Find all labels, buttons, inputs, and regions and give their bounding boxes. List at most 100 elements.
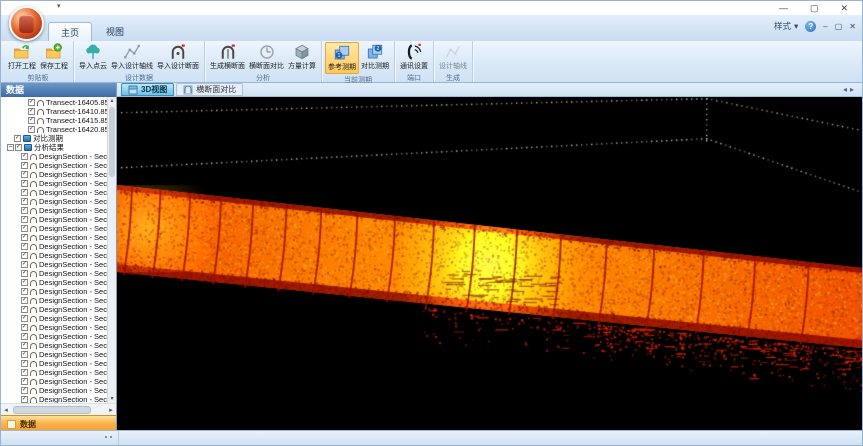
tree-checkbox[interactable]: ✓ [21,369,28,376]
window-restore-button[interactable]: ▢ [835,22,843,31]
tree-checkbox[interactable]: ✓ [21,243,28,250]
compare-epoch-button[interactable]: 2对比测期 [359,42,391,72]
outer-close-button[interactable]: ✕ [840,1,848,15]
tree-checkbox[interactable]: ✓ [28,126,35,133]
tree-checkbox[interactable]: ✓ [21,180,28,187]
tree-checkbox[interactable]: ✓ [21,153,28,160]
tree-row[interactable]: −✓分析结果 [1,143,107,152]
scroll-left-icon[interactable]: ◂ [1,406,11,414]
help-icon[interactable]: ? [805,21,816,32]
tree-row[interactable]: ✓DesignSection - Sect [1,215,107,224]
tree-checkbox[interactable]: ✓ [28,108,35,115]
tab-scroll-left-icon[interactable]: ◂ [843,85,850,94]
design-axis-button[interactable]: 设计轴线 [437,42,469,72]
tree-row[interactable]: ✓DesignSection - Sect [1,224,107,233]
generate-cross-section-button[interactable]: 生成横断面 [208,42,247,72]
import-point-cloud-button[interactable]: 导入点云 [77,42,109,72]
tree-row[interactable]: ✓DesignSection - Sect [1,395,107,403]
scrollbar-track[interactable] [108,105,116,395]
tree-row[interactable]: ✓DesignSection - Sect [1,206,107,215]
tree-row[interactable]: ✓DesignSection - Sect [1,251,107,260]
tree-row[interactable]: ✓DesignSection - Sect [1,350,107,359]
tree-row[interactable]: ✓DesignSection - Sect [1,233,107,242]
import-design-axis-button[interactable]: 导入设计轴线 [109,42,155,72]
tree-row[interactable]: ✓DesignSection - Sect [1,287,107,296]
tree-row[interactable]: ✓DesignSection - Sect [1,260,107,269]
tree-checkbox[interactable]: ✓ [21,288,28,295]
tree-row[interactable]: ✓Transect-16415.85 [1,116,107,125]
scrollbar-thumb[interactable] [13,406,91,414]
tree-checkbox[interactable]: ✓ [21,207,28,214]
tree-row[interactable]: ✓DesignSection - Sect [1,269,107,278]
tree-checkbox[interactable]: ✓ [21,324,28,331]
tree-checkbox[interactable]: ✓ [21,333,28,340]
tree-row[interactable]: ✓DesignSection - Sect [1,341,107,350]
point-cloud-canvas[interactable] [117,97,862,432]
scroll-up-icon[interactable]: ▴ [110,97,113,105]
tree-checkbox[interactable]: ✓ [21,234,28,241]
ribbon-tab-active[interactable]: 主页 [48,22,92,41]
tree-checkbox[interactable]: ✓ [21,198,28,205]
tree-checkbox[interactable]: ✓ [21,342,28,349]
scroll-down-icon[interactable]: ▾ [110,395,113,403]
tree-checkbox[interactable]: ✓ [21,171,28,178]
tree-checkbox[interactable]: ✓ [21,378,28,385]
style-dropdown-button[interactable]: 样式 ▾ [774,20,798,32]
tree-row[interactable]: ✓DesignSection - Sect [1,278,107,287]
tree-row[interactable]: ✓Transect-16405.85 [1,98,107,107]
tree-row[interactable]: ✓DesignSection - Sect [1,377,107,386]
tree-row[interactable]: ✓DesignSection - Sect [1,197,107,206]
tree-row[interactable]: ✓DesignSection - Sect [1,323,107,332]
window-minimize-button[interactable]: – [823,22,827,31]
tree-checkbox[interactable]: ✓ [21,261,28,268]
tree-row[interactable]: ✓DesignSection - Sect [1,305,107,314]
tree-checkbox[interactable]: ✓ [21,360,28,367]
tree-checkbox[interactable]: ✓ [28,117,35,124]
scrollbar-thumb[interactable] [109,107,115,177]
tree-checkbox[interactable]: ✓ [21,162,28,169]
panel-grip-icon[interactable] [105,436,112,438]
tree-row[interactable]: ✓DesignSection - Sect [1,359,107,368]
tree-row[interactable]: ✓DesignSection - Sect [1,386,107,395]
tree-row[interactable]: ✓DesignSection - Sect [1,188,107,197]
open-project-button[interactable]: 打开工程 [6,42,38,72]
volume-calculation-button[interactable]: 方量计算 [286,42,318,72]
doc-tab-section-compare[interactable]: 横断面对比 [176,83,243,96]
tree-checkbox[interactable]: ✓ [21,252,28,259]
tree-checkbox[interactable]: ✓ [21,225,28,232]
tree-checkbox[interactable]: ✓ [21,189,28,196]
ribbon-tab-inactive[interactable]: 视图 [94,22,136,41]
tree-vertical-scrollbar[interactable]: ▴ ▾ [107,97,116,403]
tree-row[interactable]: ✓DesignSection - Sect [1,152,107,161]
tree-row[interactable]: ✓对比测期 [1,134,107,143]
tree-row[interactable]: ✓Transect-16410.85 [1,107,107,116]
tree-checkbox[interactable]: ✓ [21,351,28,358]
tree-horizontal-scrollbar[interactable]: ◂ ▸ [1,403,116,415]
reference-epoch-button[interactable]: 1参考测期 [325,42,359,74]
tree-collapse-icon[interactable]: − [7,144,14,151]
cross-section-compare-button[interactable]: 横断面对比 [247,42,286,72]
quick-access-dropdown-icon[interactable]: ▾ [57,2,61,10]
tree-row[interactable]: ✓DesignSection - Sect [1,161,107,170]
tree-checkbox[interactable]: ✓ [14,135,21,142]
tree-row[interactable]: ✓DesignSection - Sect [1,314,107,323]
tree-row[interactable]: ✓DesignSection - Sect [1,332,107,341]
outer-maximize-button[interactable]: ▢ [810,1,819,15]
tree-row[interactable]: ✓DesignSection - Sect [1,368,107,377]
tree-checkbox[interactable]: ✓ [15,144,22,151]
save-project-button[interactable]: 保存工程 [38,42,70,72]
tree-checkbox[interactable]: ✓ [21,306,28,313]
tree-checkbox[interactable]: ✓ [21,216,28,223]
tree-row[interactable]: ✓DesignSection - Sect [1,296,107,305]
comm-settings-button[interactable]: 通讯设置 [398,42,430,72]
tree-row[interactable]: ✓DesignSection - Sect [1,242,107,251]
tree-row[interactable]: ✓DesignSection - Sect [1,179,107,188]
window-close-button[interactable]: ✕ [849,22,856,31]
tree-checkbox[interactable]: ✓ [21,297,28,304]
tree-checkbox[interactable]: ✓ [21,279,28,286]
tree-checkbox[interactable]: ✓ [21,387,28,394]
application-menu-button[interactable] [9,6,44,41]
import-design-section-button[interactable]: 导入设计断面 [155,42,201,72]
tree-row[interactable]: ✓DesignSection - Sect [1,170,107,179]
scroll-right-icon[interactable]: ▸ [106,406,116,414]
